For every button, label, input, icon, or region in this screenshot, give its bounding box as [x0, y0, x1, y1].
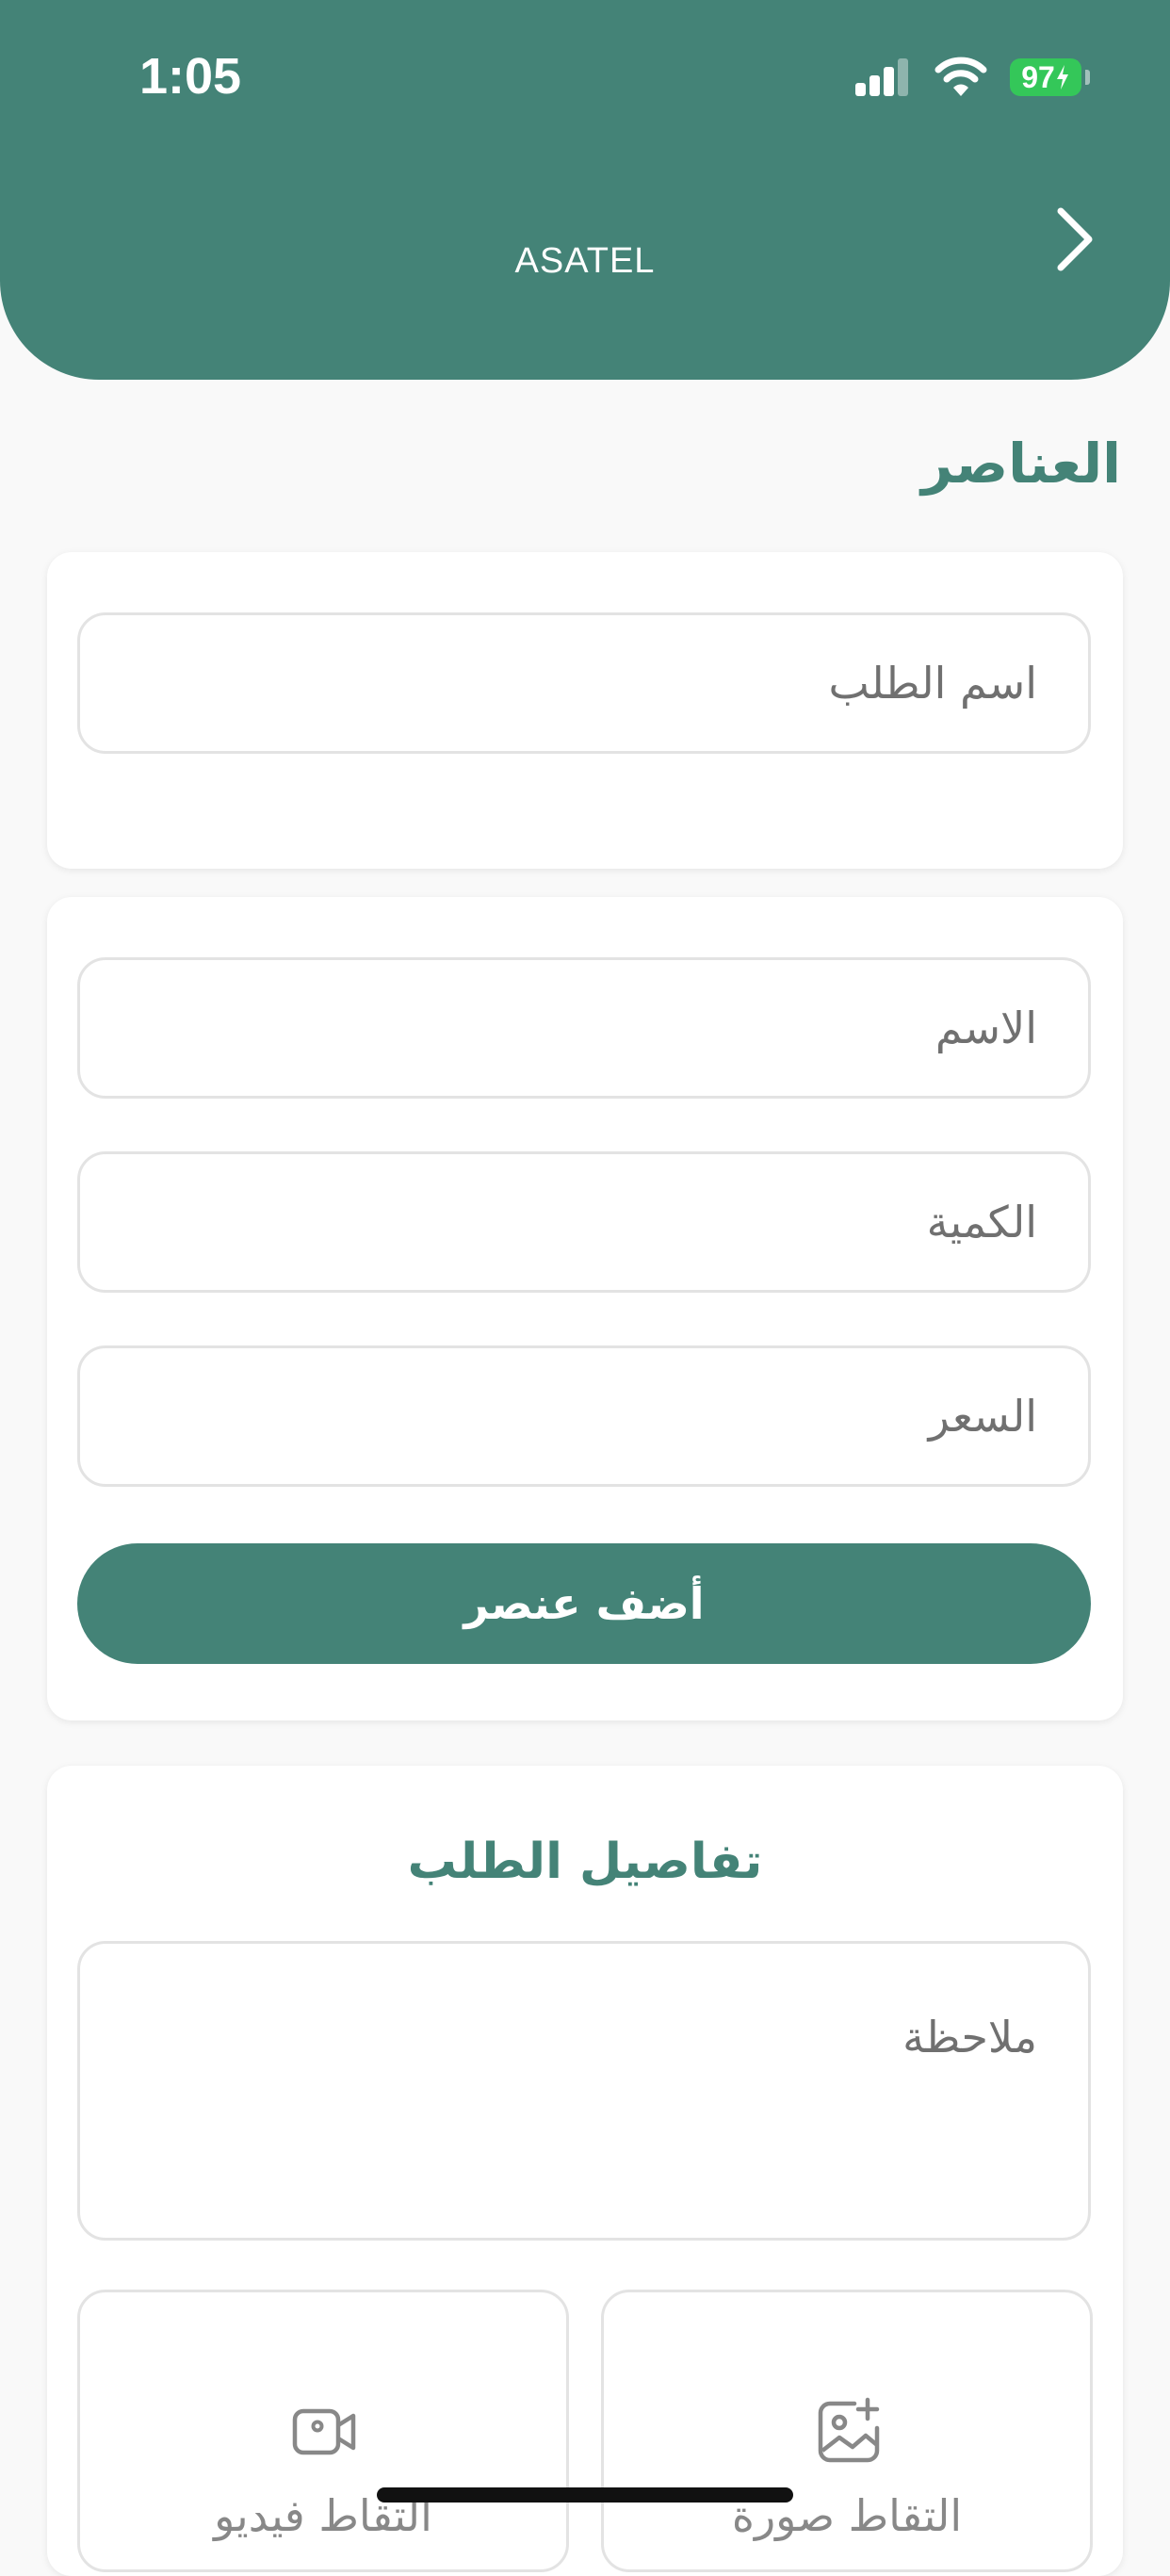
order-name-input[interactable]: اسم الطلب	[77, 612, 1091, 754]
item-name-placeholder: الاسم	[934, 1003, 1037, 1053]
item-price-placeholder: السعر	[928, 1391, 1037, 1442]
wifi-icon	[934, 57, 987, 96]
order-details-card: تفاصيل الطلب ملاحظة التقاط صورة التقاط ف…	[47, 1766, 1123, 2576]
item-name-input[interactable]: الاسم	[77, 957, 1091, 1099]
note-textarea[interactable]: ملاحظة	[77, 1941, 1091, 2241]
app-header: 1:05 97 ASATEL	[0, 0, 1170, 380]
note-placeholder: ملاحظة	[902, 2012, 1037, 2062]
home-indicator[interactable]	[377, 2487, 793, 2503]
item-quantity-placeholder: الكمية	[926, 1197, 1037, 1247]
image-add-icon	[818, 2397, 880, 2463]
video-camera-icon	[292, 2408, 356, 2455]
item-quantity-input[interactable]: الكمية	[77, 1151, 1091, 1293]
charging-bolt-icon	[1056, 65, 1068, 90]
cellular-signal-icon	[855, 58, 910, 96]
order-name-placeholder: اسم الطلب	[828, 658, 1038, 709]
battery-level: 97	[1021, 59, 1055, 94]
battery-indicator: 97	[1010, 58, 1081, 96]
section-title-items: العناصر	[921, 432, 1121, 496]
order-name-card: اسم الطلب	[47, 552, 1123, 869]
add-item-button[interactable]: أضف عنصر	[77, 1543, 1091, 1664]
capture-photo-button[interactable]: التقاط صورة	[601, 2290, 1093, 2572]
status-time: 1:05	[139, 48, 242, 105]
order-details-title: تفاصيل الطلب	[407, 1834, 763, 1890]
capture-video-button[interactable]: التقاط فيديو	[77, 2290, 569, 2572]
page-title: ASATEL	[514, 241, 656, 281]
item-price-input[interactable]: السعر	[77, 1345, 1091, 1487]
item-form-card: الاسم الكمية السعر أضف عنصر	[47, 897, 1123, 1720]
battery-cap	[1085, 70, 1090, 85]
chevron-right-icon[interactable]	[1046, 200, 1102, 279]
